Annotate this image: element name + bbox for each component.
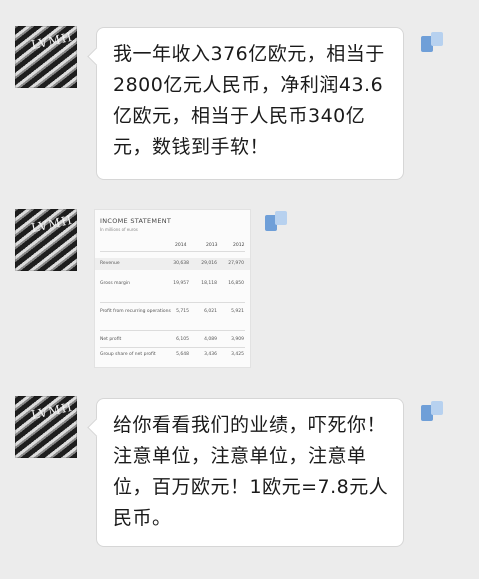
doc-title: INCOME STATEMENT (100, 217, 172, 225)
doc-cell: 3,909 (231, 337, 244, 342)
doc-row: Revenue 30,638 29,016 27,970 (95, 258, 250, 270)
doc-cell: 4,089 (204, 337, 217, 342)
status-mark-icon (421, 32, 443, 54)
doc-row-label: Net profit (100, 337, 122, 342)
doc-cell: 5,715 (176, 309, 189, 314)
doc-divider (100, 347, 245, 348)
status-mark-icon (421, 401, 443, 423)
avatar[interactable]: LVMH (15, 396, 77, 458)
doc-cell: 16,850 (228, 281, 244, 286)
doc-row: Profit from recurring operations 5,715 6… (95, 306, 250, 318)
avatar-logo: LVMH (30, 212, 74, 236)
doc-cell: 6,105 (176, 337, 189, 342)
doc-row-label: Profit from recurring operations (100, 309, 171, 314)
avatar[interactable]: LVMH (15, 209, 77, 271)
doc-cell: 5,921 (231, 309, 244, 314)
doc-cell: 29,016 (201, 261, 217, 266)
doc-subtitle: In millions of euros (100, 227, 138, 232)
message-image[interactable]: INCOME STATEMENT In millions of euros 20… (95, 210, 250, 367)
avatar-logo: LVMH (30, 29, 74, 53)
doc-divider (100, 302, 245, 303)
doc-year-header: 2012 (233, 243, 245, 248)
doc-year-header: 2014 (175, 243, 187, 248)
doc-row-label: Group share of net profit (100, 352, 156, 357)
message-bubble[interactable]: 我一年收入376亿欧元，相当于2800亿元人民币，净利润43.6亿欧元，相当于人… (96, 27, 404, 180)
doc-cell: 3,425 (231, 352, 244, 357)
status-mark-icon (265, 211, 287, 233)
doc-row: Net profit 6,105 4,089 3,909 (95, 334, 250, 346)
doc-year-header: 2013 (206, 243, 218, 248)
doc-row-label: Revenue (100, 261, 120, 266)
doc-cell: 30,638 (173, 261, 189, 266)
doc-cell: 18,118 (201, 281, 217, 286)
doc-cell: 27,970 (228, 261, 244, 266)
doc-row: Group share of net profit 5,648 3,436 3,… (95, 349, 250, 361)
message-bubble[interactable]: 给你看看我们的业绩，吓死你！注意单位，注意单位，注意单位，百万欧元！1欧元=7.… (96, 398, 404, 547)
message-text: 给你看看我们的业绩，吓死你！注意单位，注意单位，注意单位，百万欧元！1欧元=7.… (113, 414, 389, 529)
doc-row-label: Gross margin (100, 281, 130, 286)
message-text: 我一年收入376亿欧元，相当于2800亿元人民币，净利润43.6亿欧元，相当于人… (113, 43, 385, 158)
doc-cell: 5,648 (176, 352, 189, 357)
doc-divider (100, 330, 245, 331)
doc-cell: 3,436 (204, 352, 217, 357)
avatar-logo: LVMH (30, 399, 74, 423)
doc-cell: 6,021 (204, 309, 217, 314)
doc-row: Gross margin 19,957 18,118 16,850 (95, 278, 250, 290)
avatar[interactable]: LVMH (15, 26, 77, 88)
doc-divider (100, 251, 245, 252)
doc-cell: 19,957 (173, 281, 189, 286)
